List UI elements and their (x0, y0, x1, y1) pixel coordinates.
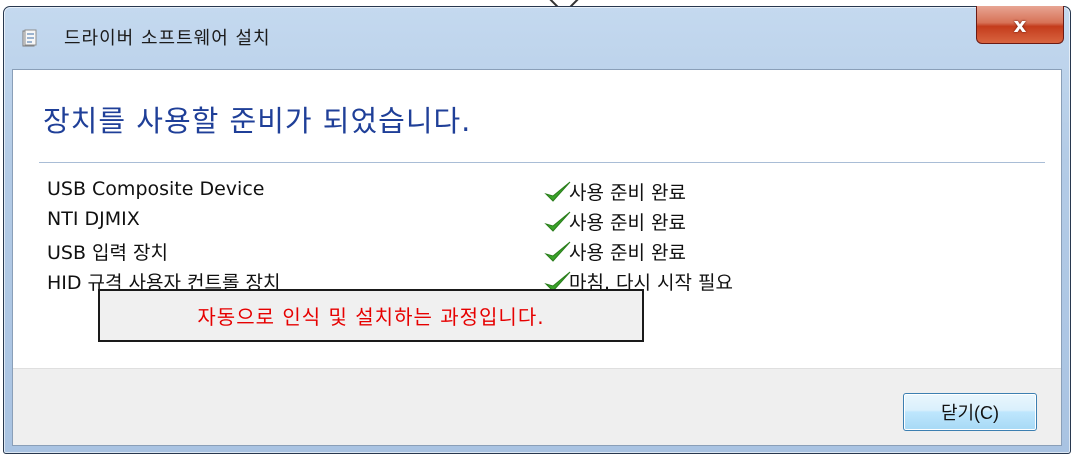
driver-software-icon (22, 29, 37, 47)
device-status-text: 사용 준비 완료 (569, 242, 686, 264)
title-bar[interactable]: 드라이버 소프트웨어 설치 x (4, 6, 1070, 69)
page-title: 장치를 사용할 준비가 되었습니다. (43, 104, 472, 138)
device-name: USB Composite Device (47, 178, 265, 200)
device-status: 사용 준비 완료 (543, 208, 686, 235)
device-row: USB 입력 장치 사용 준비 완료 (47, 238, 1027, 266)
device-status: 사용 준비 완료 (543, 178, 686, 205)
dialog-footer: 닫기(C) (13, 368, 1061, 445)
device-name: NTI DJMIX (47, 208, 140, 230)
annotation-callout: 자동으로 인식 및 설치하는 과정입니다. (98, 289, 644, 342)
device-status-text: 사용 준비 완료 (569, 212, 686, 234)
device-row: NTI DJMIX 사용 준비 완료 (47, 208, 1027, 236)
dialog-content: 장치를 사용할 준비가 되었습니다. USB Composite Device … (12, 69, 1062, 446)
device-name: USB 입력 장치 (47, 242, 169, 264)
window-title: 드라이버 소프트웨어 설치 (64, 28, 271, 49)
device-status-text: 사용 준비 완료 (569, 182, 686, 204)
device-row: USB Composite Device 사용 준비 완료 (47, 178, 1027, 206)
driver-install-dialog: 드라이버 소프트웨어 설치 x 장치를 사용할 준비가 되었습니다. USB C… (3, 6, 1071, 454)
close-icon: x (1013, 12, 1027, 37)
device-status: 사용 준비 완료 (543, 238, 686, 265)
close-button[interactable]: 닫기(C) (903, 393, 1037, 431)
screenshot-stage: 드라이버 소프트웨어 설치 x 장치를 사용할 준비가 되었습니다. USB C… (0, 0, 1077, 460)
heading-divider (39, 162, 1045, 163)
window-close-button[interactable]: x (976, 6, 1064, 44)
